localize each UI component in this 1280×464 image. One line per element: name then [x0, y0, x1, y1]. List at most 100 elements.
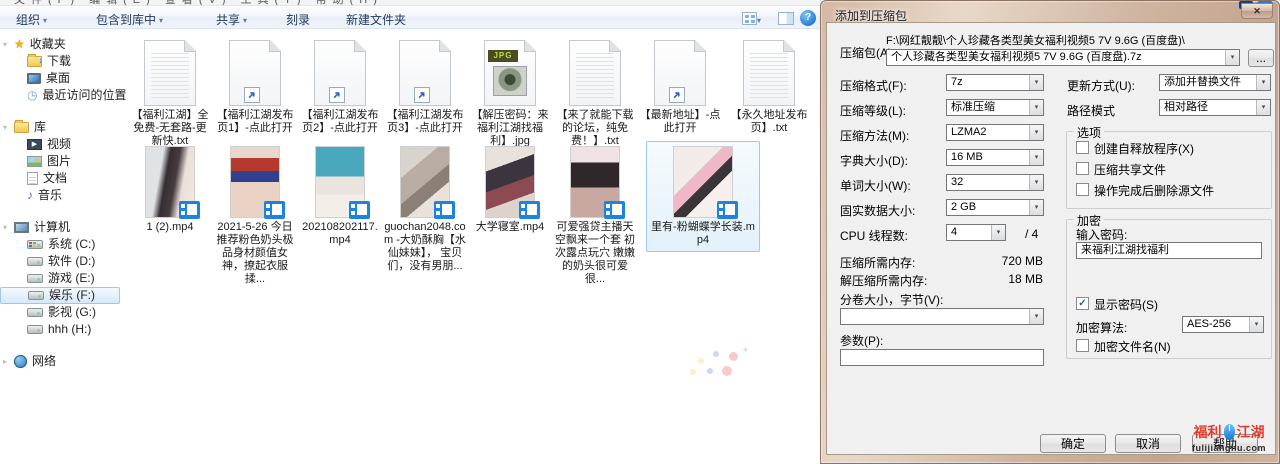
chevron-down-icon[interactable]: ▾ — [1029, 175, 1043, 190]
organize-button[interactable]: 组织▾ — [10, 10, 53, 26]
encrypt-names-label[interactable]: 加密文件名(N) — [1094, 338, 1171, 355]
compress-shared-label[interactable]: 压缩共享文件 — [1094, 161, 1166, 178]
chevron-down-icon[interactable]: ▾ — [1029, 150, 1043, 165]
explorer-window: 文件(F) 编辑(E) 查看(V) 工具(T) 帮助(H) 组织▾ 包含到库中▾… — [0, 0, 822, 464]
ok-button[interactable]: 确定 — [1040, 434, 1106, 453]
archive-name-combobox[interactable]: 个人珍藏各类型美女福利视频5 7V 9.6G (百度盘).7z▾ — [886, 49, 1240, 66]
change-view-button[interactable]: ▾ — [742, 10, 772, 26]
twisty-icon[interactable]: ▾ — [3, 36, 7, 53]
word-size-combobox[interactable]: 32▾ — [946, 174, 1044, 191]
sidebar-item-drive-f-selected[interactable]: 娱乐 (F:) — [0, 287, 120, 304]
twisty-icon[interactable]: ▸ — [3, 353, 7, 370]
file-item[interactable]: 【来了就能下载的论坛，纯免费！】.txt — [553, 32, 637, 148]
sidebar-item-drive-h[interactable]: hhh (H:) — [0, 321, 120, 338]
path-mode-combobox[interactable]: 相对路径▾ — [1159, 99, 1271, 116]
chevron-down-icon[interactable]: ▾ — [1029, 200, 1043, 215]
help-button[interactable]: ? — [800, 10, 816, 26]
update-mode-combobox[interactable]: 添加并替换文件▾ — [1159, 74, 1271, 91]
twisty-icon[interactable]: ▾ — [3, 119, 7, 136]
cpu-threads-combobox[interactable]: 4▾ — [946, 224, 1006, 241]
text-file-icon — [569, 40, 621, 106]
video-file-item[interactable]: 1 (2).mp4 — [128, 146, 212, 234]
delete-after-label[interactable]: 操作完成后删除源文件 — [1094, 182, 1214, 199]
sidebar-item-drive-d[interactable]: 软件 (D:) — [0, 253, 120, 270]
file-item[interactable]: ➜ 【福利江湖发布页1】-点此打开 — [213, 32, 297, 135]
shortcut-file-icon: ➜ — [314, 40, 366, 106]
chevron-down-icon[interactable]: ▾ — [991, 225, 1005, 240]
sidebar-item-libraries[interactable]: ▾库 — [0, 119, 120, 136]
chevron-down-icon: ▾ — [43, 16, 47, 25]
drive-icon — [27, 308, 43, 317]
chevron-down-icon[interactable]: ▾ — [1249, 317, 1263, 332]
encrypt-names-checkbox[interactable] — [1076, 339, 1089, 352]
delete-after-checkbox[interactable] — [1076, 183, 1089, 196]
update-mode-label: 更新方式(U): — [1067, 77, 1135, 94]
sidebar-item-drive-e[interactable]: 游戏 (E:) — [0, 270, 120, 287]
split-volume-combobox[interactable]: ▾ — [840, 308, 1044, 325]
file-item[interactable]: ➜ 【福利江湖发布页2】-点此打开 — [298, 32, 382, 135]
video-file-item[interactable]: 202108202117.mp4 — [298, 146, 382, 247]
video-thumbnail — [315, 146, 365, 218]
sidebar-item-drive-g[interactable]: 影视 (G:) — [0, 304, 120, 321]
video-file-item[interactable]: guochan2048.com -大奶酥胸【水仙妹妹】， 宝贝们，没有男朋... — [383, 146, 467, 273]
method-combobox[interactable]: LZMA2▾ — [946, 124, 1044, 141]
sidebar-item-downloads[interactable]: 下载 — [0, 53, 120, 70]
file-item[interactable]: 【永久地址发布页】.txt — [724, 32, 814, 135]
solid-size-combobox[interactable]: 2 GB▾ — [946, 199, 1044, 216]
cipher-combobox[interactable]: AES-256▾ — [1182, 316, 1264, 333]
compress-shared-checkbox[interactable] — [1076, 162, 1089, 175]
sidebar-item-favorites[interactable]: ▾★收藏夹 — [0, 36, 120, 53]
parameters-input[interactable] — [840, 349, 1044, 366]
cpu-threads-label: CPU 线程数: — [840, 227, 908, 244]
sidebar-item-videos[interactable]: ▶视频 — [0, 136, 120, 153]
media-overlay-icon — [717, 201, 738, 219]
sidebar-item-recent[interactable]: ◷最近访问的位置 — [0, 87, 120, 104]
desktop-icon — [27, 73, 41, 84]
cancel-button[interactable]: 取消 — [1115, 434, 1181, 453]
media-overlay-icon — [179, 201, 200, 219]
file-item[interactable]: ➜ 【福利江湖发布页3】-点此打开 — [383, 32, 467, 135]
new-folder-button[interactable]: 新建文件夹 — [340, 10, 412, 26]
chevron-down-icon[interactable]: ▾ — [1225, 50, 1239, 65]
video-file-item-selected[interactable]: 里有-粉蝴蝶学长装.mp4 — [646, 141, 760, 252]
video-file-item[interactable]: 2021-5-26 今日推荐粉色奶头极品身材颜值女神，撩起衣服揉... — [213, 146, 297, 286]
show-password-checkbox[interactable]: ✓ — [1076, 297, 1089, 310]
file-item[interactable]: ➜ 【最新地址】-点此打开 — [638, 32, 722, 135]
create-sfx-label[interactable]: 创建自释放程序(X) — [1094, 140, 1194, 157]
password-input[interactable]: 来福利江湖找福利 — [1076, 242, 1262, 259]
menu-bar-text: 文件(F) 编辑(E) 查看(V) 工具(T) 帮助(H) — [14, 0, 383, 6]
file-item[interactable]: 【福利江湖】全免费-无套路-更新快.txt — [128, 32, 212, 148]
chevron-down-icon[interactable]: ▾ — [1029, 100, 1043, 115]
sidebar-item-documents[interactable]: 文档 — [0, 170, 120, 187]
sidebar-item-computer[interactable]: ▾计算机 — [0, 219, 120, 236]
sidebar-item-music[interactable]: ♪音乐 — [0, 187, 120, 204]
chevron-down-icon[interactable]: ▾ — [1029, 125, 1043, 140]
browse-button[interactable]: ... — [1248, 49, 1274, 67]
create-sfx-checkbox[interactable] — [1076, 141, 1089, 154]
video-file-item[interactable]: 大学寝室.mp4 — [468, 146, 552, 234]
close-button[interactable]: ✕ — [1241, 3, 1273, 19]
twisty-icon[interactable]: ▾ — [3, 219, 7, 236]
format-combobox[interactable]: 7z▾ — [946, 74, 1044, 91]
sidebar-item-network[interactable]: ▸网络 — [0, 353, 120, 370]
level-combobox[interactable]: 标准压缩▾ — [946, 99, 1044, 116]
media-overlay-icon — [264, 201, 285, 219]
computer-icon — [14, 222, 29, 233]
drive-icon — [27, 257, 43, 266]
video-file-item[interactable]: 可爱强贷主播天空飘来一个套 初次露点玩穴 嫩嫩的奶头很可爱很... — [553, 146, 637, 286]
videos-icon: ▶ — [27, 139, 42, 150]
include-in-library-button[interactable]: 包含到库中▾ — [90, 10, 169, 26]
chevron-down-icon[interactable]: ▾ — [1029, 309, 1043, 324]
sidebar-item-pictures[interactable]: 图片 — [0, 153, 120, 170]
share-button[interactable]: 共享▾ — [210, 10, 253, 26]
show-password-label[interactable]: 显示密码(S) — [1094, 296, 1158, 313]
chevron-down-icon[interactable]: ▾ — [1256, 75, 1270, 90]
file-item[interactable]: JPG 【解压密码：来福利江湖找福利】.jpg — [468, 32, 552, 148]
sidebar-item-desktop[interactable]: 桌面 — [0, 70, 120, 87]
preview-pane-button[interactable] — [778, 10, 796, 26]
chevron-down-icon[interactable]: ▾ — [1256, 100, 1270, 115]
dictionary-combobox[interactable]: 16 MB▾ — [946, 149, 1044, 166]
burn-button[interactable]: 刻录 — [280, 10, 316, 26]
sidebar-item-drive-c[interactable]: 系统 (C:) — [0, 236, 120, 253]
chevron-down-icon[interactable]: ▾ — [1029, 75, 1043, 90]
